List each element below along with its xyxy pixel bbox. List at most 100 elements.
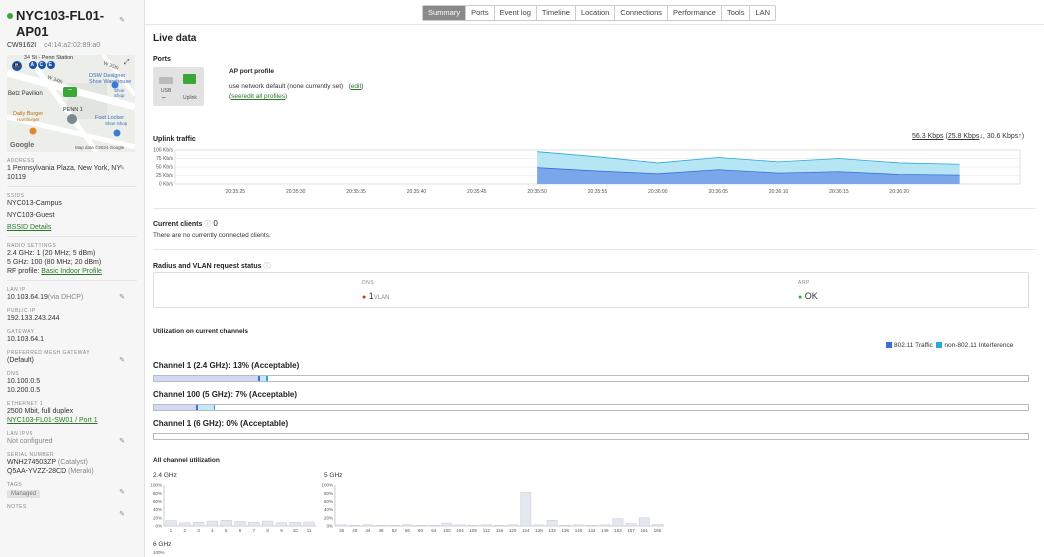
channel-1-interference-marker <box>266 376 268 381</box>
channel-100-traffic-fill <box>154 405 196 410</box>
channel-100-interference-fill <box>197 405 214 410</box>
tab-summary[interactable]: Summary <box>423 6 467 20</box>
ap-location-wifi-icon[interactable]: ⌔ <box>63 87 77 97</box>
tags-section: TAGS ✎ Managed <box>7 482 137 498</box>
ipv6-section: LAN IPV6 ✎ Not configured <box>7 431 137 446</box>
usb-port-label: USB <box>161 88 172 94</box>
model-line: CW9162I c4:14:a2:02:89:a0 <box>7 42 137 49</box>
bssid-details-link[interactable]: BSSID Details <box>7 224 51 231</box>
map-attribution: Map data ©2024 Google <box>75 145 125 150</box>
map-line-a: A <box>30 62 35 68</box>
util24-bar <box>179 522 191 527</box>
traffic-total[interactable]: 56.3 Kbps <box>912 133 944 140</box>
util5-xtick: 128 <box>535 528 543 533</box>
location-map[interactable]: 🚇 34 St - Penn Station A C E W 35th ⤢ W … <box>7 55 135 152</box>
rf-profile-link[interactable]: Basic Indoor Profile <box>41 268 102 275</box>
traffic-xtick: 20:36:20 <box>890 189 910 195</box>
tab-timeline[interactable]: Timeline <box>537 6 576 20</box>
map-label-dsw: DSW Designer Shoe Warehouse <box>89 73 132 85</box>
util5-bar <box>599 524 611 527</box>
public-ip-value: 192.133.243.244 <box>7 315 60 322</box>
util5-xtick: 120 <box>509 528 517 533</box>
tab-connections[interactable]: Connections <box>615 6 669 20</box>
channel-100-interference-marker <box>213 405 215 410</box>
map-line-e: E <box>48 62 52 68</box>
tab-lan[interactable]: LAN <box>750 6 775 20</box>
util5-xtick: 64 <box>431 528 437 533</box>
tab-ports[interactable]: Ports <box>466 6 495 20</box>
edit-address-pencil-icon[interactable]: ✎ <box>119 164 125 172</box>
util24-bar <box>275 522 288 527</box>
down-arrow-icon: ↓ <box>979 133 983 140</box>
radius-vlan-heading: Radius and VLAN request status <box>153 263 262 270</box>
util5-bar <box>441 522 453 527</box>
error-dot-icon: ● <box>362 294 367 301</box>
profile-text: use network default (none currently set) <box>229 83 344 90</box>
util5-xtick: 44 <box>365 528 371 533</box>
util24-bar <box>165 520 177 527</box>
map-label-penn1: PENN 1 <box>63 107 83 113</box>
util5-xtick: 140 <box>575 528 583 533</box>
tab-event-log[interactable]: Event log <box>495 6 537 20</box>
util24-ytick: 100% <box>150 483 162 488</box>
map-label-shoe-shop-2: Shoe Shop <box>105 121 128 126</box>
util24-xtick: 4 <box>211 528 214 533</box>
dns-unit: VLAN <box>373 295 390 301</box>
ports-heading: Ports <box>153 56 171 63</box>
edit-profile-link[interactable]: edit <box>351 83 361 90</box>
traffic-xtick: 20:36:15 <box>829 189 849 195</box>
edit-ipv6-pencil-icon[interactable]: ✎ <box>119 437 125 445</box>
util5-xtick: 149 <box>601 528 609 533</box>
see-edit-profiles-link[interactable]: see/edit all profiles <box>231 93 285 100</box>
edit-name-pencil-icon[interactable]: ✎ <box>119 16 125 24</box>
traffic-xtick: 20:35:55 <box>588 189 608 195</box>
channel-100-heading: Channel 100 (5 GHz): 7% (Acceptable) <box>153 390 298 399</box>
util24-xtick: 2 <box>183 528 186 533</box>
util5-bar <box>625 523 637 527</box>
arp-value: OK <box>804 291 818 301</box>
tab-tools[interactable]: Tools <box>722 6 751 20</box>
traffic-xtick: 20:35:30 <box>286 189 306 195</box>
usb-port-icon[interactable] <box>159 77 173 84</box>
app-window: NYC103-FL01- AP01 ✎ CW9162I c4:14:a2:02:8… <box>0 0 1044 557</box>
edit-mesh-pencil-icon[interactable]: ✎ <box>119 356 125 364</box>
util5-ytick: 100% <box>321 483 333 488</box>
util5-bar <box>652 524 663 527</box>
status-dot <box>7 13 13 19</box>
tab-performance[interactable]: Performance <box>668 6 722 20</box>
traffic-up: 30.6 Kbps <box>986 133 1019 140</box>
edit-notes-pencil-icon[interactable]: ✎ <box>119 510 125 518</box>
util24-xtick: 10 <box>293 528 299 533</box>
tab-location[interactable]: Location <box>576 6 616 20</box>
util5-xtick: 144 <box>588 528 596 533</box>
tag-badge: Managed <box>7 490 41 498</box>
band-6ghz-label: 6 GHz <box>153 541 172 548</box>
edit-ip-pencil-icon[interactable]: ✎ <box>119 293 125 301</box>
expand-map-icon[interactable]: ⤢ <box>124 59 130 67</box>
traffic-xtick: 20:35:45 <box>467 189 487 195</box>
traffic-down[interactable]: 25.8 Kbps <box>948 133 980 140</box>
mesh-section: PREFERRED MESH GATEWAY ✎ (Default) DNS 1… <box>7 350 137 425</box>
switch-port-link[interactable]: NYC103-FL01-SW01 / Port 1 <box>7 417 98 424</box>
traffic-xtick: 20:36:00 <box>648 189 668 195</box>
util5-bar <box>638 517 650 527</box>
sidebar: NYC103-FL01- AP01 ✎ CW9162I c4:14:a2:02:8… <box>0 0 145 557</box>
ap-title-line1: NYC103-FL01- <box>16 8 105 23</box>
util5-xtick: 60 <box>418 528 424 533</box>
ap-port-profile-heading: AP port profile <box>229 68 275 75</box>
lan-ipv6-value: Not configured <box>7 438 53 445</box>
uplink-port-icon[interactable] <box>183 74 196 84</box>
clients-count: 0 <box>213 219 218 228</box>
info-icon[interactable]: ⓘ <box>204 221 211 228</box>
util5-bar <box>467 524 479 527</box>
no-clients-message: There are no currently connected clients… <box>153 232 271 239</box>
radius-info-icon[interactable]: ⓘ <box>263 263 270 270</box>
util24-xtick: 8 <box>266 528 269 533</box>
lan-ip-note: (via DHCP) <box>47 294 84 301</box>
util24-bar <box>303 521 315 527</box>
uplink-traffic-chart: 100 Kb/s 75 Kb/s 50 Kb/s 25 Kb/s 0 Kb/s 20:35… <box>153 148 1021 195</box>
util5-xtick: 132 <box>548 528 556 533</box>
util5-xtick: 116 <box>496 528 504 533</box>
utilization-legend: 802.11 Traffic non-802.11 Interference <box>886 342 1013 349</box>
edit-tags-pencil-icon[interactable]: ✎ <box>119 488 125 496</box>
